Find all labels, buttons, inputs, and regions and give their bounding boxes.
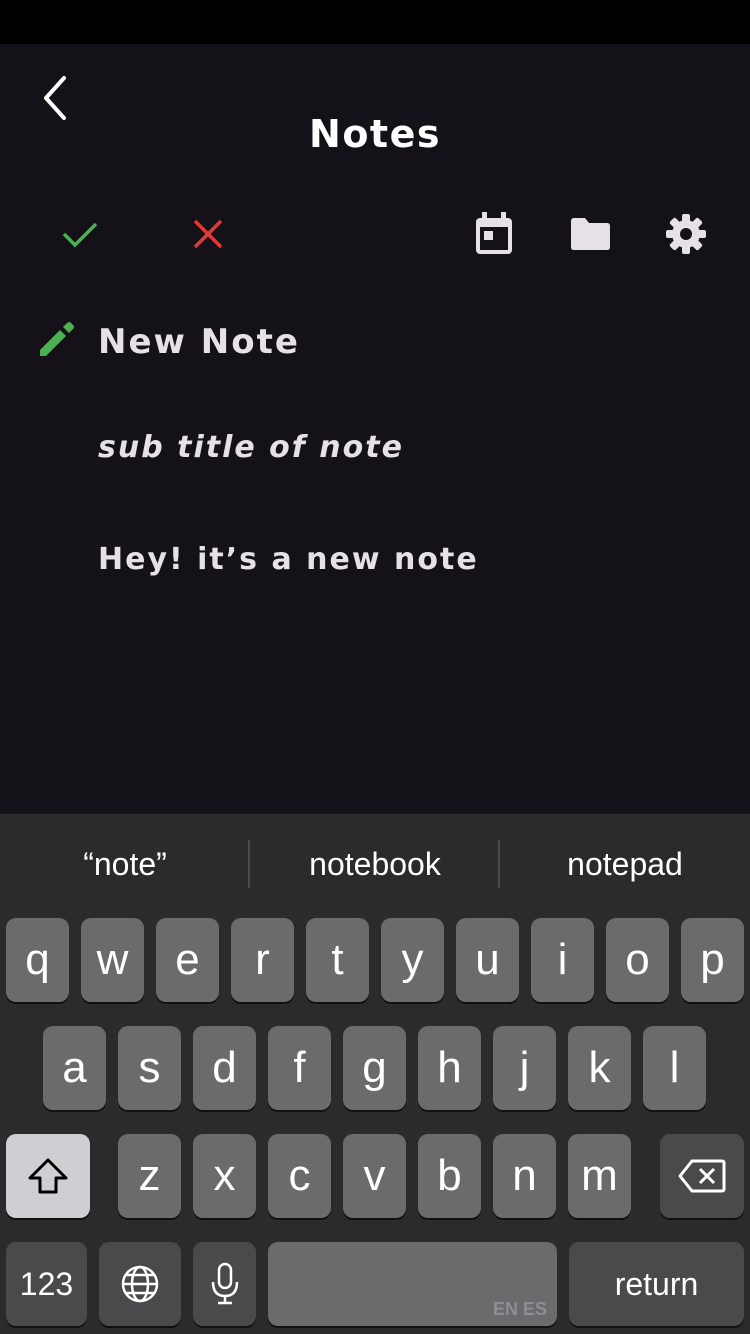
close-icon[interactable] (184, 210, 232, 258)
key-a[interactable]: a (43, 1026, 106, 1110)
key-g[interactable]: g (343, 1026, 406, 1110)
note-title[interactable]: New Note (98, 322, 300, 362)
suggestion-1[interactable]: “note” (0, 814, 250, 914)
shift-icon (28, 1158, 68, 1194)
key-c[interactable]: c (268, 1134, 331, 1218)
suggestion-2[interactable]: notebook (250, 814, 500, 914)
key-x[interactable]: x (193, 1134, 256, 1218)
key-n[interactable]: n (493, 1134, 556, 1218)
key-b[interactable]: b (418, 1134, 481, 1218)
key-e[interactable]: e (156, 918, 219, 1002)
backspace-icon (678, 1159, 726, 1193)
key-t[interactable]: t (306, 918, 369, 1002)
space-language-hint: EN ES (492, 1299, 547, 1319)
key-d[interactable]: d (193, 1026, 256, 1110)
calendar-icon[interactable] (470, 210, 518, 258)
globe-key[interactable] (99, 1242, 181, 1326)
key-z[interactable]: z (118, 1134, 181, 1218)
note-body[interactable]: Hey! it’s a new note (98, 542, 479, 577)
globe-icon (121, 1265, 159, 1303)
backspace-key[interactable] (660, 1134, 744, 1218)
pencil-icon (36, 320, 76, 360)
return-key[interactable]: return (569, 1242, 744, 1326)
key-i[interactable]: i (531, 918, 594, 1002)
key-o[interactable]: o (606, 918, 669, 1002)
folder-icon[interactable] (566, 210, 614, 258)
key-k[interactable]: k (568, 1026, 631, 1110)
key-m[interactable]: m (568, 1134, 631, 1218)
note-subtitle[interactable]: sub title of note (98, 430, 404, 465)
key-j[interactable]: j (493, 1026, 556, 1110)
space-key[interactable]: EN ES (268, 1242, 557, 1326)
key-q[interactable]: q (6, 918, 69, 1002)
shift-key[interactable] (6, 1134, 90, 1218)
check-icon[interactable] (56, 210, 104, 258)
gear-icon[interactable] (662, 210, 710, 258)
microphone-icon (211, 1262, 238, 1305)
key-l[interactable]: l (643, 1026, 706, 1110)
key-r[interactable]: r (231, 918, 294, 1002)
key-s[interactable]: s (118, 1026, 181, 1110)
key-f[interactable]: f (268, 1026, 331, 1110)
key-u[interactable]: u (456, 918, 519, 1002)
key-w[interactable]: w (81, 918, 144, 1002)
key-p[interactable]: p (681, 918, 744, 1002)
note-editor-screen: Notes New Note sub title of note Hey! it… (0, 44, 750, 814)
page-title: Notes (309, 112, 441, 156)
suggestion-3[interactable]: notepad (500, 814, 750, 914)
key-h[interactable]: h (418, 1026, 481, 1110)
numbers-key[interactable]: 123 (6, 1242, 87, 1326)
keyboard: “note” notebook notepad q w e r t y u i … (0, 814, 750, 1334)
microphone-key[interactable] (193, 1242, 256, 1326)
status-bar (0, 0, 750, 44)
key-v[interactable]: v (343, 1134, 406, 1218)
key-y[interactable]: y (381, 918, 444, 1002)
